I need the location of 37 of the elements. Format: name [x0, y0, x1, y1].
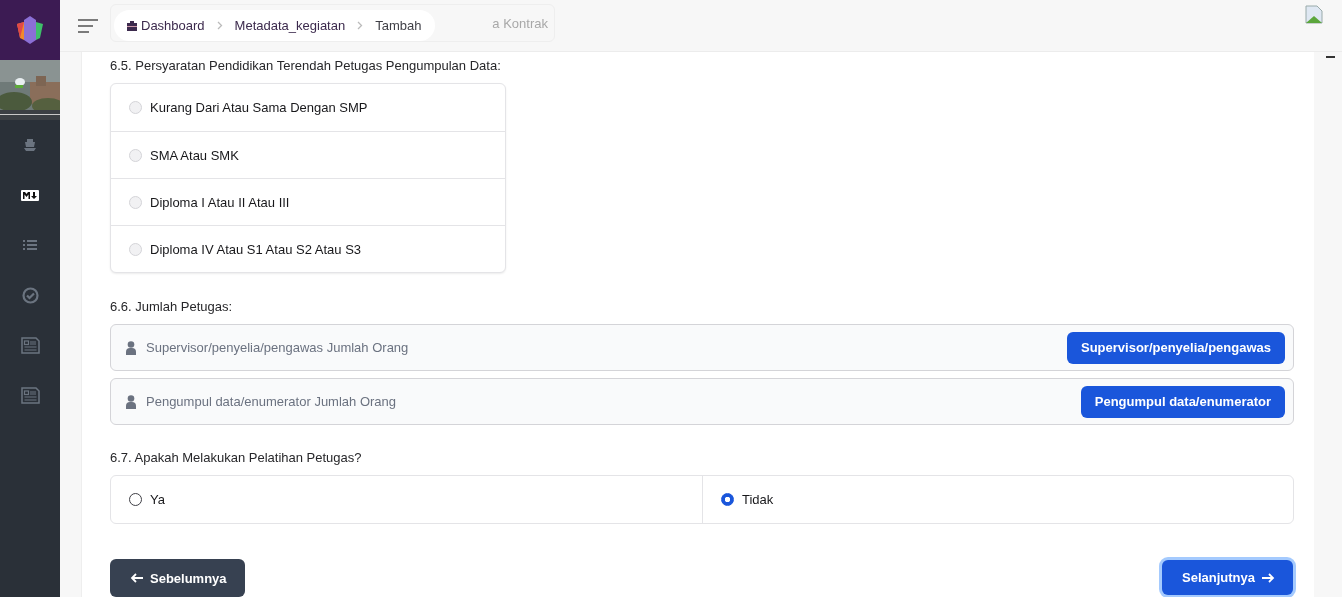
category-button[interactable]: Supervisor/penyelia/pengawas	[1066, 331, 1285, 364]
radio-button[interactable]	[721, 493, 734, 506]
category-button[interactable]: Pengumpul data/enumerator	[1080, 385, 1285, 418]
chevron-icon	[216, 21, 223, 30]
previous-button[interactable]: Sebelumnya	[110, 559, 245, 597]
next-button[interactable]: Selanjutnya	[1162, 560, 1293, 595]
option-label: Diploma I Atau II Atau III	[150, 194, 290, 210]
list-icon[interactable]	[23, 239, 37, 251]
input-field[interactable]: Supervisor/penyelia/pengawas Jumlah Orang Supervisor/penyelia/pengawas	[110, 324, 1294, 371]
user-icon	[126, 394, 136, 409]
radio-button[interactable]	[129, 493, 142, 506]
background-text: a Kontrak	[492, 15, 548, 31]
arrow-left-icon	[130, 573, 144, 583]
markdown-icon[interactable]	[21, 189, 39, 201]
option-label: Tidak	[742, 492, 774, 507]
chevron-icon	[357, 21, 364, 30]
question-label: 6.7. Apakah Melakukan Pelatihan Petugas?	[110, 450, 363, 465]
breadcrumb-link[interactable]: Dashboard	[126, 18, 205, 33]
logo-icon[interactable]	[15, 15, 45, 45]
user-icon	[126, 340, 136, 355]
option-label: Diploma IV Atau S1 Atau S2 Atau S3	[150, 241, 362, 257]
broken-image-icon	[1304, 5, 1324, 25]
option-label: Ya	[150, 492, 165, 507]
check-circle-icon[interactable]	[21, 286, 39, 304]
option-label: SMA Atau SMK	[150, 147, 239, 163]
input-field[interactable]: Pengumpul data/enumerator Jumlah Orang Pengumpul data/enumerator	[110, 378, 1294, 425]
breadcrumb-link[interactable]: Tambah	[375, 18, 422, 33]
option-label: Kurang Dari Atau Sama Dengan SMP	[150, 100, 368, 115]
breadcrumb-link[interactable]: Metadata_kegiatan	[234, 18, 346, 33]
arrow-right-icon	[1261, 572, 1275, 583]
briefcase-icon	[126, 19, 138, 32]
question-label: 6.6. Jumlah Petugas:	[110, 299, 234, 314]
menu-icon[interactable]	[78, 18, 98, 33]
ship-icon[interactable]	[22, 137, 38, 153]
document-icon[interactable]	[20, 336, 40, 354]
document-icon[interactable]	[20, 386, 40, 404]
question-label: 6.5. Persyaratan Pendidikan Terendah Petugas Pengumpulan Data:	[110, 58, 502, 73]
